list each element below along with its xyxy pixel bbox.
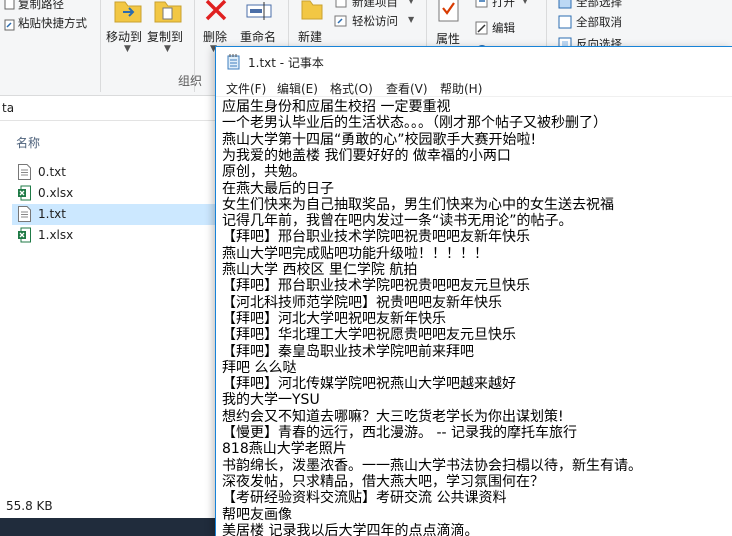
text-line: 在燕大最后的日子 — [222, 180, 334, 197]
easy-access-icon — [334, 13, 348, 32]
file-name: 0.txt — [38, 165, 66, 179]
text-line: 【河北科技师范学院吧】祝贵吧吧友新年快乐 — [222, 294, 502, 311]
menu-help[interactable]: 帮助(H) — [440, 80, 482, 97]
ribbon-group-label: 组织 — [178, 74, 203, 88]
notepad-icon — [227, 54, 240, 70]
new-item-button[interactable]: 新建项目 — [352, 0, 398, 10]
text-line: 拜吧 么么哒 — [222, 359, 297, 376]
taskbar — [0, 518, 218, 536]
move-to-icon — [113, 0, 143, 28]
file-name: 1.txt — [38, 207, 66, 221]
text-line: 美居楼 记录我以后大学四年的点点滴滴。 — [222, 522, 479, 536]
notepad-window: 1.txt - 记事本 文件(F) 编辑(E) 格式(O) 查看(V) 帮助(H… — [215, 46, 732, 536]
text-line: 燕山大学 西校区 里仁学院 航拍 — [222, 262, 418, 278]
text-line: 【拜吧】河北传媒学院吧祝燕山大学吧越来越好 — [222, 376, 516, 393]
menu-edit[interactable]: 编辑(E) — [277, 80, 318, 97]
text-line: 帮吧友画像 — [222, 506, 292, 523]
text-line: 【拜吧】邢台职业技术学院吧祝贵吧吧友元旦快乐 — [222, 278, 530, 295]
file-row-selected[interactable]: 1.txt — [12, 204, 218, 225]
text-line: 想约会又不知道去哪嘛？大三吃货老学长为你出谋划策! — [222, 408, 564, 425]
status-bar-size: 55.8 KB — [0, 496, 218, 518]
chevron-down-icon: ▼ — [522, 0, 529, 5]
easy-access-button[interactable]: 轻松访问 — [352, 13, 398, 29]
text-line: 【考研经验资料交流贴】考研交流 公共课资料 — [222, 490, 507, 507]
column-header-name[interactable]: 名称 — [16, 134, 40, 151]
copy-to-icon — [153, 0, 183, 28]
text-line: 为我爱的她盖楼 我们要好好的 做幸福的小两口 — [222, 147, 511, 164]
text-line: 818燕山大学老照片 — [222, 441, 347, 458]
select-all-button[interactable]: 全部选择 — [576, 0, 622, 10]
delete-button[interactable]: 删除 — [203, 28, 227, 45]
file-row[interactable]: 0.txt — [12, 162, 218, 183]
copy-to-button[interactable]: 复制到 — [147, 28, 183, 45]
text-line: 【慢更】青春的远行，西北漫游。 -- 记录我的摩托车旅行 — [222, 425, 578, 441]
excel-file-icon — [18, 185, 31, 201]
text-line: 【拜吧】华北理工大学吧祝愿贵吧吧友元旦快乐 — [222, 327, 516, 344]
text-line: 深夜发帖，只求精品，借大燕大吧，学习氛围何在？ — [222, 473, 544, 490]
notepad-title-bar[interactable]: 1.txt - 记事本 — [216, 47, 732, 77]
move-to-button[interactable]: 移动到 — [106, 28, 142, 45]
text-line: 记得几年前，我曾在吧内发过一条“读书无用论”的帖子。 — [222, 213, 573, 230]
open-icon — [475, 0, 489, 13]
text-line: 燕山大学吧完成贴吧功能升级啦！！！！！ — [222, 245, 488, 262]
text-line: 女生们快来为自己抽取奖品，男生们快来为心中的女生送去祝福 — [222, 196, 614, 213]
text-line: 燕山大学第十四届“勇敢的心”校园歌手大赛开始啦! — [222, 131, 537, 148]
select-none-icon — [558, 14, 572, 33]
file-row[interactable]: 0.xlsx — [12, 183, 218, 204]
file-name: 0.xlsx — [38, 186, 74, 200]
file-name: 1.xlsx — [38, 228, 74, 242]
properties-button[interactable]: 属性 — [436, 30, 460, 47]
menu-view[interactable]: 查看(V) — [386, 80, 428, 97]
text-file-icon — [18, 206, 31, 222]
rename-button[interactable]: 重命名 — [240, 28, 276, 45]
text-file-icon — [18, 164, 31, 180]
notepad-text-area[interactable]: 应届生身份和应届生校招 一定要重视 一个老男认毕业后的生活状态。。。（刚才那个帖子… — [222, 99, 730, 536]
copy-path-button[interactable]: 复制路径 — [18, 0, 64, 12]
rename-icon — [246, 0, 274, 28]
chevron-down-icon: ▼ — [408, 15, 415, 24]
menu-file[interactable]: 文件(F) — [226, 80, 266, 97]
properties-icon — [437, 0, 461, 26]
new-item-icon — [334, 0, 348, 13]
text-line: 【拜吧】秦皇岛职业技术学院吧前来拜吧 — [222, 343, 474, 360]
edit-icon — [475, 20, 489, 39]
excel-file-icon — [18, 227, 31, 243]
copy-path-icon — [4, 0, 16, 15]
edit-button[interactable]: 编辑 — [492, 20, 515, 36]
text-line: 一个老男认毕业后的生活状态。。。（刚才那个帖子又被秒删了） — [222, 115, 607, 132]
select-all-icon — [558, 0, 572, 13]
chevron-down-icon: ▼ — [408, 0, 415, 5]
delete-icon — [204, 0, 228, 26]
paste-shortcut-icon — [4, 16, 16, 35]
file-row[interactable]: 1.xlsx — [12, 225, 218, 246]
text-line: 【拜吧】邢台职业技术学院吧祝贵吧吧友新年快乐 — [222, 229, 530, 246]
ribbon-divider — [100, 0, 101, 92]
text-line: 【拜吧】河北大学吧祝吧友新年快乐 — [222, 310, 446, 327]
new-folder-button[interactable]: 新建 — [298, 28, 322, 45]
new-folder-icon — [300, 0, 324, 26]
file-list-pane: 名称 0.txt 0.xlsx 1.txt 1.xlsx — [0, 122, 218, 514]
text-line: 原创，共勉。 — [222, 164, 306, 181]
select-none-button[interactable]: 全部取消 — [576, 14, 622, 30]
text-line: 书韵绵长，泼墨浓香。一一燕山大学书法协会扫榻以待，新生有请。 — [222, 457, 642, 474]
chevron-down-icon: ▼ — [124, 44, 131, 54]
text-line: 我的大学一YSU — [222, 392, 320, 409]
address-bar[interactable]: ta — [0, 97, 220, 121]
text-line: 应届生身份和应届生校招 一定要重视 — [222, 99, 451, 115]
paste-shortcut-button[interactable]: 粘贴快捷方式 — [18, 15, 87, 31]
chevron-down-icon: ▼ — [164, 44, 171, 54]
open-button[interactable]: 打开 — [492, 0, 515, 10]
window-title: 1.txt - 记事本 — [248, 56, 324, 70]
notepad-menu-bar: 文件(F) 编辑(E) 格式(O) 查看(V) 帮助(H) — [216, 77, 732, 97]
menu-format[interactable]: 格式(O) — [330, 80, 373, 97]
